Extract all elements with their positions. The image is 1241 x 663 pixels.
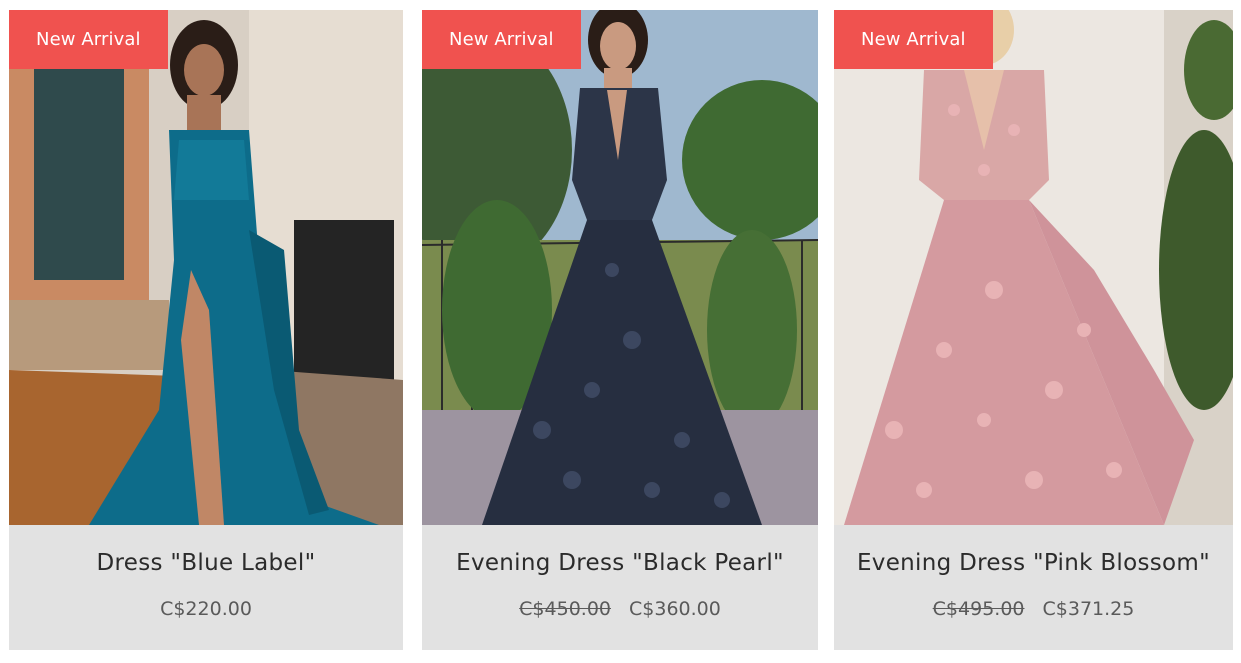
new-arrival-badge: New Arrival (9, 10, 168, 69)
new-arrival-badge: New Arrival (422, 10, 581, 69)
product-info: Evening Dress "Black Pearl" C$450.00 C$36… (422, 525, 818, 650)
product-image-blue-label[interactable] (9, 10, 403, 525)
price-row: C$495.00 C$371.25 (834, 598, 1233, 620)
product-card-blue-label[interactable]: New Arrival Dress "Blue Label" C$220.00 (9, 10, 403, 650)
new-arrival-badge: New Arrival (834, 10, 993, 69)
product-card-pink-blossom[interactable]: New Arrival Evening Dress "Pink Blossom"… (834, 10, 1233, 650)
product-title[interactable]: Evening Dress "Black Pearl" (422, 550, 818, 576)
product-image-pink-blossom[interactable] (834, 10, 1233, 525)
current-price: C$220.00 (160, 598, 252, 620)
price-row: C$450.00 C$360.00 (422, 598, 818, 620)
product-image-black-pearl[interactable] (422, 10, 818, 525)
sale-price: C$371.25 (1042, 598, 1135, 620)
original-price: C$450.00 (519, 598, 611, 620)
price-row: C$220.00 (9, 598, 403, 620)
product-title[interactable]: Dress "Blue Label" (9, 550, 403, 576)
product-card-black-pearl[interactable]: New Arrival Evening Dress "Black Pearl" … (422, 10, 818, 650)
product-title[interactable]: Evening Dress "Pink Blossom" (834, 550, 1233, 576)
sale-price: C$360.00 (629, 598, 721, 620)
original-price: C$495.00 (932, 598, 1025, 620)
product-info: Evening Dress "Pink Blossom" C$495.00 C$3… (834, 525, 1233, 650)
product-info: Dress "Blue Label" C$220.00 (9, 525, 403, 650)
